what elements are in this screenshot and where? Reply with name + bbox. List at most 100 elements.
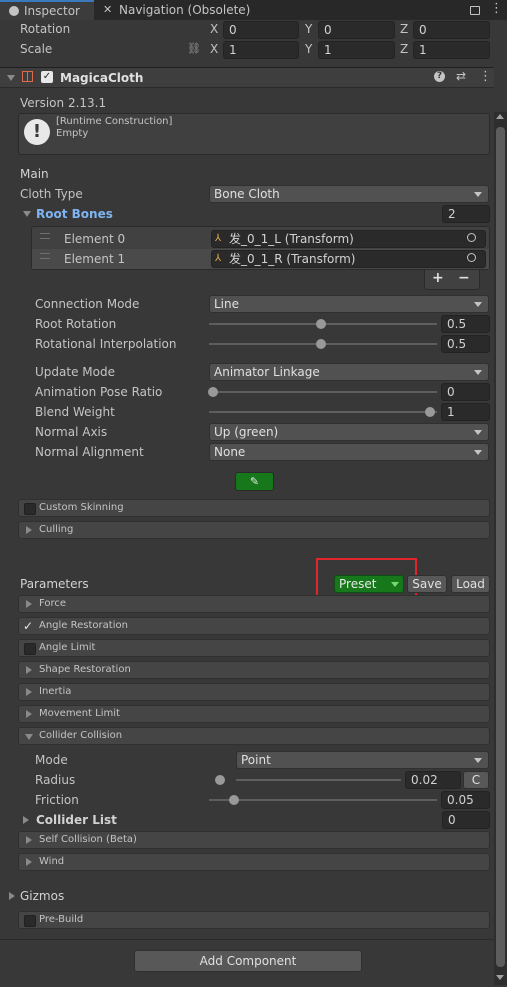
movement-limit-foldout[interactable]: Movement Limit <box>18 705 490 723</box>
force-label: Force <box>39 598 67 609</box>
mode-dropdown[interactable]: Point <box>236 751 489 769</box>
presets-icon[interactable]: ⇄ <box>456 69 466 83</box>
info-line-1: [Runtime Construction] <box>56 116 173 127</box>
rotational-interpolation-label: Rotational Interpolation <box>35 337 177 351</box>
collider-list-foldout-arrow-icon[interactable] <box>23 816 29 824</box>
object-picker-icon[interactable] <box>467 233 476 242</box>
object-picker-icon[interactable] <box>467 253 476 262</box>
inertia-label: Inertia <box>39 686 72 697</box>
cloth-type-dropdown[interactable]: Bone Cloth <box>209 185 489 203</box>
animation-pose-ratio-slider[interactable] <box>209 391 437 393</box>
root-rotation-field[interactable]: 0.5 <box>441 315 490 333</box>
scrollbar-thumb[interactable] <box>496 127 505 967</box>
root-rotation-slider-knob[interactable] <box>316 319 326 329</box>
chevron-down-icon <box>474 302 482 307</box>
wind-foldout[interactable]: Wind <box>18 853 490 871</box>
blend-weight-slider[interactable] <box>209 411 437 413</box>
friction-field[interactable]: 0.05 <box>441 791 490 809</box>
pre-build-checkbox[interactable] <box>24 915 36 927</box>
shape-restoration-foldout[interactable]: Shape Restoration <box>18 661 490 679</box>
scale-y-field[interactable]: 1 <box>318 41 395 59</box>
angle-limit-checkbox[interactable] <box>24 643 36 655</box>
connection-mode-dropdown[interactable]: Line <box>209 295 489 313</box>
collider-collision-foldout[interactable]: Collider Collision <box>18 727 490 745</box>
drag-handle-icon[interactable] <box>40 253 50 259</box>
animation-pose-ratio-field[interactable]: 0 <box>441 383 490 401</box>
collider-list-label[interactable]: Collider List <box>36 813 117 827</box>
scale-z-label: Z <box>400 42 409 56</box>
angle-restoration-foldout[interactable]: ✓ Angle Restoration <box>18 617 490 635</box>
load-button[interactable]: Load <box>451 575 490 593</box>
custom-skinning-checkbox[interactable] <box>24 503 36 515</box>
angle-restoration-checkmark-icon[interactable]: ✓ <box>23 618 33 634</box>
update-mode-dropdown[interactable]: Animator Linkage <box>209 363 489 381</box>
radius-curve-button[interactable]: C <box>463 771 489 789</box>
element-1-label: Element 1 <box>64 252 126 266</box>
tab-inspector[interactable]: Inspector <box>0 0 94 20</box>
custom-skinning-foldout[interactable]: Custom Skinning <box>18 499 490 517</box>
main-section-heading: Main <box>20 167 49 181</box>
normal-alignment-dropdown[interactable]: None <box>209 443 489 461</box>
pre-build-foldout[interactable]: Pre-Build <box>18 911 490 929</box>
rotational-interpolation-field[interactable]: 0.5 <box>441 335 490 353</box>
root-bones-count-field[interactable]: 2 <box>442 205 490 223</box>
transform-icon: ⅄ <box>215 233 222 244</box>
component-foldout-arrow-icon[interactable] <box>7 75 15 81</box>
preset-button[interactable]: Preset <box>334 575 404 593</box>
transform-icon: ⅄ <box>215 253 222 264</box>
shape-restoration-label: Shape Restoration <box>39 664 131 675</box>
tab-navigation[interactable]: ✕ Navigation (Obsolete) <box>100 0 300 20</box>
edit-pencil-button[interactable]: ✎ <box>235 472 274 491</box>
self-collision-foldout[interactable]: Self Collision (Beta) <box>18 831 490 849</box>
scale-x-field[interactable]: 1 <box>223 41 299 59</box>
add-element-button[interactable]: + <box>432 270 444 286</box>
rotation-x-field[interactable]: 0 <box>223 21 299 39</box>
element-1-field[interactable]: 发_0_1_R (Transform) <box>211 250 486 268</box>
rotation-x-label: X <box>210 22 219 36</box>
rotation-z-field[interactable]: 0 <box>413 21 490 39</box>
remove-element-button[interactable]: − <box>458 270 470 286</box>
animation-pose-ratio-slider-knob[interactable] <box>208 387 218 397</box>
culling-foldout[interactable]: Culling <box>18 521 490 539</box>
element-0-field[interactable]: 发_0_1_L (Transform) <box>211 230 486 248</box>
update-mode-value: Animator Linkage <box>214 365 320 379</box>
tab-inspector-label: Inspector <box>24 4 80 18</box>
angle-restoration-label: Angle Restoration <box>39 620 128 631</box>
gizmos-foldout-arrow-icon[interactable] <box>9 892 15 900</box>
root-bones-label[interactable]: Root Bones <box>36 207 113 221</box>
component-menu-icon[interactable]: ⋮ <box>479 69 492 84</box>
radius-slider[interactable] <box>236 779 401 781</box>
info-line-2: Empty <box>56 128 89 139</box>
force-foldout[interactable]: Force <box>18 595 490 613</box>
component-enabled-checkbox[interactable]: ✓ <box>41 71 53 83</box>
chevron-down-icon <box>474 758 482 763</box>
drag-handle-icon[interactable] <box>40 233 50 239</box>
friction-slider[interactable] <box>209 799 437 801</box>
radius-slider-knob[interactable] <box>215 775 225 785</box>
scroll-down-arrow-icon[interactable] <box>496 975 504 980</box>
friction-slider-knob[interactable] <box>229 795 239 805</box>
scroll-up-arrow-icon[interactable] <box>496 114 504 119</box>
save-button[interactable]: Save <box>407 575 447 593</box>
mode-value: Point <box>241 753 271 767</box>
normal-alignment-label: Normal Alignment <box>35 445 144 459</box>
blend-weight-field[interactable]: 1 <box>441 403 490 421</box>
root-bones-foldout-arrow-icon[interactable] <box>23 211 31 217</box>
help-icon[interactable]: ? <box>434 71 445 82</box>
add-component-button[interactable]: Add Component <box>134 950 362 972</box>
blend-weight-slider-knob[interactable] <box>425 407 435 417</box>
angle-limit-foldout[interactable]: Angle Limit <box>18 639 490 657</box>
lock-icon[interactable] <box>470 6 480 15</box>
rotation-y-field[interactable]: 0 <box>318 21 395 39</box>
scale-z-field[interactable]: 1 <box>413 41 490 59</box>
foldout-arrow-icon <box>26 666 32 674</box>
constrain-proportions-icon[interactable]: ⛓ <box>187 42 201 55</box>
gizmos-heading[interactable]: Gizmos <box>20 889 64 903</box>
rotation-label: Rotation <box>20 22 71 36</box>
radius-field[interactable]: 0.02 <box>405 771 461 789</box>
kebab-menu-icon[interactable]: ⋮ <box>490 1 503 17</box>
rotational-interpolation-slider-knob[interactable] <box>316 339 326 349</box>
normal-axis-dropdown[interactable]: Up (green) <box>209 423 489 441</box>
inertia-foldout[interactable]: Inertia <box>18 683 490 701</box>
collider-list-count-field[interactable]: 0 <box>442 811 490 829</box>
